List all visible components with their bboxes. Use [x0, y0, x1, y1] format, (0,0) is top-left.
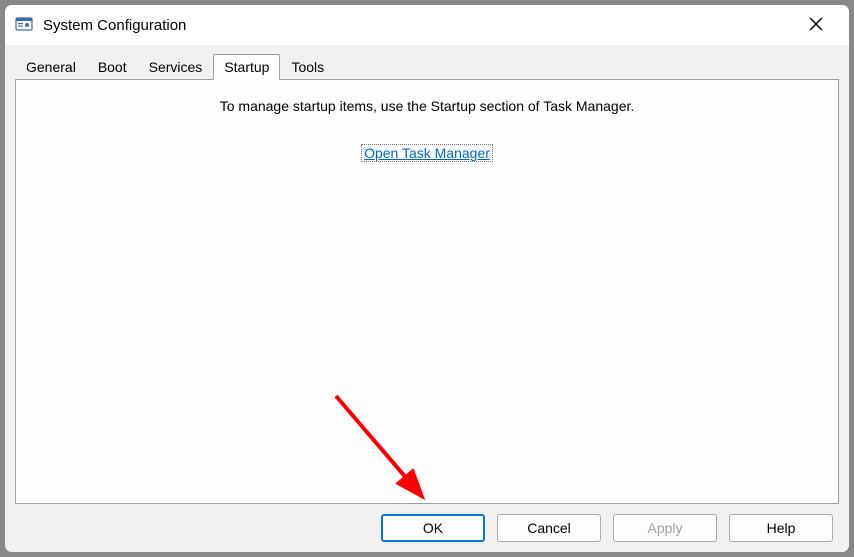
tab-startup[interactable]: Startup — [213, 54, 280, 80]
tab-services[interactable]: Services — [138, 54, 214, 79]
button-row: OK Cancel Apply Help — [15, 514, 839, 542]
tab-tools[interactable]: Tools — [280, 54, 335, 79]
content-area: General Boot Services Startup Tools To m… — [5, 45, 849, 552]
system-configuration-window: System Configuration General Boot Servic… — [4, 4, 850, 553]
titlebar: System Configuration — [5, 5, 849, 45]
tab-strip: General Boot Services Startup Tools — [15, 53, 839, 79]
close-icon — [809, 17, 823, 34]
cancel-button[interactable]: Cancel — [497, 514, 601, 542]
app-icon — [15, 16, 33, 34]
open-task-manager-link[interactable]: Open Task Manager — [361, 144, 493, 162]
link-container: Open Task Manager — [16, 144, 838, 162]
startup-panel: To manage startup items, use the Startup… — [15, 79, 839, 504]
close-button[interactable] — [793, 9, 839, 41]
ok-button[interactable]: OK — [381, 514, 485, 542]
window-title: System Configuration — [43, 17, 793, 34]
tab-general[interactable]: General — [15, 54, 87, 79]
startup-message: To manage startup items, use the Startup… — [16, 98, 838, 114]
help-button[interactable]: Help — [729, 514, 833, 542]
apply-button[interactable]: Apply — [613, 514, 717, 542]
tab-boot[interactable]: Boot — [87, 54, 138, 79]
